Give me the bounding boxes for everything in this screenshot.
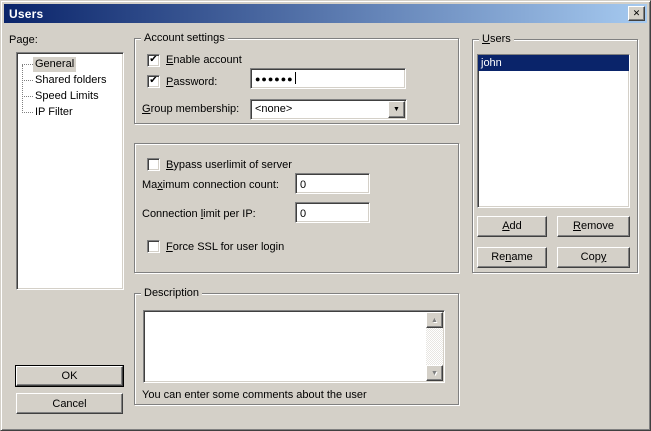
label-mnemonic: y	[601, 251, 607, 263]
scroll-up-button[interactable]: ▲	[426, 312, 443, 328]
user-name: john	[481, 57, 502, 69]
password-checkbox[interactable]: ✔	[147, 75, 160, 88]
label-part: sers	[490, 33, 511, 45]
label-mnemonic: G	[142, 103, 151, 115]
tree-branch-icon	[22, 64, 33, 65]
rename-button-label: Rename	[491, 251, 533, 264]
password-label: Password:	[166, 76, 217, 89]
limits-group: ✔ Bypass userlimit of server Maximum con…	[134, 143, 459, 273]
user-list-item[interactable]: john	[478, 55, 629, 71]
cancel-button[interactable]: Cancel	[16, 393, 123, 414]
description-textarea[interactable]: ▲ ▼	[143, 310, 445, 383]
arrow-up-icon: ▲	[431, 317, 438, 324]
window-title: Users	[9, 7, 43, 21]
connection-limit-per-ip-label: Connection limit per IP:	[142, 208, 256, 221]
text-caret	[295, 72, 296, 84]
checkmark-icon: ✔	[149, 55, 157, 65]
label-part: imum connection count:	[163, 179, 279, 191]
description-scrollbar[interactable]: ▲ ▼	[426, 312, 443, 381]
tree-branch-icon	[22, 112, 33, 113]
group-title: Description	[144, 287, 199, 299]
users-dialog: Users ✕ Page: General Shared folders Spe…	[0, 0, 651, 431]
password-input[interactable]: ●●●●●●	[250, 68, 406, 89]
label-part: imit per IP:	[203, 208, 256, 220]
bypass-userlimit-checkbox[interactable]: ✔	[147, 158, 160, 171]
group-membership-value: <none>	[255, 103, 386, 115]
tree-item-speed-limits[interactable]: Speed Limits	[17, 88, 101, 104]
force-ssl-checkbox[interactable]: ✔	[147, 240, 160, 253]
add-button-label: Add	[502, 220, 522, 233]
label-part: Connection	[142, 208, 201, 220]
users-group: Users john Add Remove Rename Copy	[472, 39, 638, 273]
remove-user-button[interactable]: Remove	[557, 216, 630, 237]
ok-button[interactable]: OK	[16, 366, 123, 386]
users-caption: Users	[479, 33, 514, 46]
chevron-down-icon: ▼	[393, 106, 400, 113]
label-part: dd	[510, 220, 522, 232]
close-icon: ✕	[633, 9, 641, 18]
close-button[interactable]: ✕	[628, 6, 645, 21]
description-text	[147, 313, 424, 380]
page-label: Page:	[9, 34, 38, 47]
page-tree: General Shared folders Speed Limits IP F…	[16, 52, 124, 290]
group-membership-select[interactable]: <none> ▼	[250, 99, 407, 120]
checkmark-icon: ✔	[149, 76, 157, 86]
label-part: Cop	[581, 251, 601, 263]
label-part: Re	[491, 251, 505, 263]
tree-branch-icon	[22, 80, 33, 81]
description-caption: Description	[141, 287, 202, 300]
add-user-button[interactable]: Add	[477, 216, 547, 237]
connection-limit-per-ip-input[interactable]	[295, 202, 370, 223]
enable-account-label: Enable account	[166, 54, 242, 67]
label-part: assword:	[173, 76, 217, 88]
titlebar[interactable]: Users ✕	[4, 4, 647, 23]
max-connection-count-input[interactable]	[295, 173, 370, 194]
ok-button-label: OK	[62, 370, 78, 382]
copy-button-label: Copy	[581, 251, 607, 264]
cancel-button-label: Cancel	[52, 398, 86, 410]
label-part: orce SSL for user login	[173, 241, 284, 253]
rename-user-button[interactable]: Rename	[477, 247, 547, 268]
label-part: ypass userlimit of server	[173, 159, 292, 171]
arrow-down-icon: ▼	[431, 370, 438, 377]
copy-user-button[interactable]: Copy	[557, 247, 630, 268]
tree-item-label: Speed Limits	[33, 89, 101, 104]
label-part: emove	[581, 220, 614, 232]
bypass-userlimit-label: Bypass userlimit of server	[166, 159, 292, 172]
tree-item-ip-filter[interactable]: IP Filter	[17, 104, 75, 120]
combo-dropdown-button[interactable]: ▼	[388, 101, 405, 118]
label-part: ame	[511, 251, 532, 263]
label-part: Ma	[142, 179, 157, 191]
tree-branch-icon	[22, 96, 33, 97]
users-listbox: john	[477, 54, 630, 208]
tree-item-shared-folders[interactable]: Shared folders	[17, 72, 109, 88]
label-mnemonic: R	[573, 220, 581, 232]
remove-button-label: Remove	[573, 220, 614, 233]
account-settings-group: Account settings ✔ Enable account ✔ Pass…	[134, 38, 459, 124]
group-title: Account settings	[144, 32, 225, 44]
label-mnemonic: U	[482, 33, 490, 45]
group-membership-label: Group membership:	[142, 103, 239, 116]
label-mnemonic: F	[166, 241, 173, 253]
label-mnemonic: A	[502, 220, 509, 232]
max-connection-count-label: Maximum connection count:	[142, 179, 279, 192]
force-ssl-label: Force SSL for user login	[166, 241, 284, 254]
tree-item-label: Shared folders	[33, 73, 109, 88]
label-part: roup membership:	[151, 103, 240, 115]
tree-item-general[interactable]: General	[17, 56, 76, 72]
description-hint: You can enter some comments about the us…	[142, 389, 367, 402]
tree-item-label: IP Filter	[33, 105, 75, 120]
account-settings-caption: Account settings	[141, 32, 228, 45]
password-masked-value: ●●●●●●	[255, 74, 294, 84]
enable-account-checkbox[interactable]: ✔	[147, 54, 160, 67]
label-part: nable account	[173, 54, 242, 66]
scroll-down-button[interactable]: ▼	[426, 365, 443, 381]
description-group: Description ▲ ▼ You can enter some comme…	[134, 293, 459, 405]
tree-item-label: General	[33, 57, 76, 72]
